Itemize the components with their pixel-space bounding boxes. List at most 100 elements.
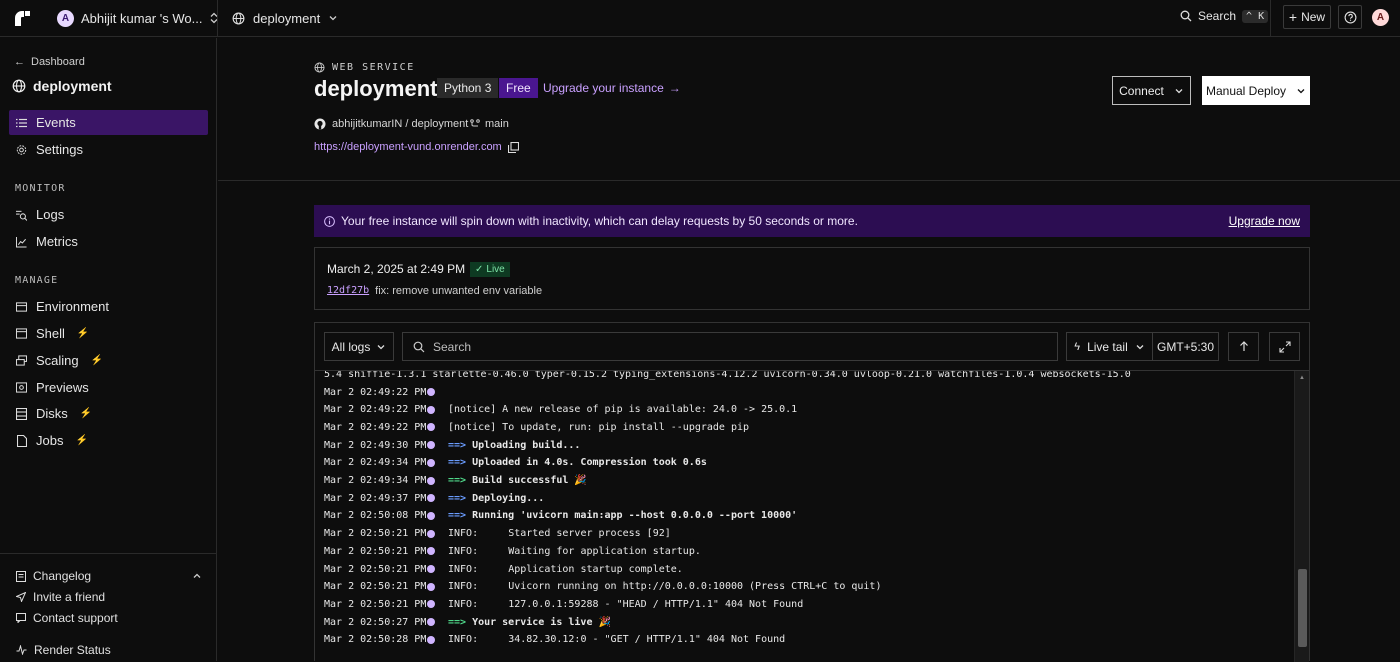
sidebar: ← Dashboard deployment Events Settings M… xyxy=(0,38,217,661)
scaling-icon xyxy=(16,355,27,366)
environment-icon xyxy=(16,301,27,312)
search-icon xyxy=(1180,10,1192,22)
log-timestamp: Mar 2 02:50:21 PM xyxy=(324,528,427,540)
sidebar-item-logs[interactable]: Logs xyxy=(9,202,208,227)
deploy-card[interactable]: March 2, 2025 at 2:49 PM ✓ Live 12df27b … xyxy=(314,247,1310,310)
log-message: Deploying... xyxy=(472,492,545,504)
log-info-icon xyxy=(427,458,435,467)
user-avatar[interactable]: A xyxy=(1372,9,1389,26)
global-search[interactable]: Search ^ K xyxy=(1180,9,1269,23)
log-arrow: ==> xyxy=(448,616,467,628)
sidebar-item-previews[interactable]: Previews xyxy=(9,375,208,400)
log-message: Running 'uvicorn main:app --host 0.0.0.0… xyxy=(472,510,798,522)
log-search-input[interactable]: Search xyxy=(402,332,1058,361)
log-timestamp: Mar 2 02:49:37 PM xyxy=(324,492,427,504)
upgrade-now-link[interactable]: Upgrade now xyxy=(1229,214,1300,228)
log-message: INFO: 127.0.0.1:59288 - "HEAD / HTTP/1.1… xyxy=(448,598,804,610)
log-message: [notice] A new release of pip is availab… xyxy=(448,404,798,416)
terminal-icon xyxy=(16,328,27,339)
pulse-icon xyxy=(16,645,27,655)
log-timestamp: Mar 2 02:49:22 PM xyxy=(324,386,427,398)
sidebar-item-environment[interactable]: Environment xyxy=(9,294,208,319)
changelog-link[interactable]: Changelog xyxy=(16,569,202,583)
jobs-icon xyxy=(16,434,27,447)
project-switcher[interactable]: deployment xyxy=(232,7,338,29)
log-message: INFO: Application startup complete. xyxy=(448,563,683,575)
check-icon: ✓ xyxy=(475,264,484,275)
workspace-name: Abhijit kumar 's Wo... xyxy=(81,10,203,26)
workspace-switcher[interactable]: A Abhijit kumar 's Wo... xyxy=(57,7,219,29)
chevron-down-icon xyxy=(1297,88,1305,93)
search-label: Search xyxy=(1198,9,1237,23)
gear-icon xyxy=(16,144,27,155)
invite-friend-link[interactable]: Invite a friend xyxy=(16,590,105,604)
copy-icon[interactable] xyxy=(507,141,519,153)
sidebar-item-scaling[interactable]: Scaling ⚡ xyxy=(9,348,208,373)
log-timestamp: Mar 2 02:49:34 PM xyxy=(324,475,427,486)
log-line-truncated: 5.4 shiffie-1.3.1 starlette-0.46.0 typer… xyxy=(324,370,1131,380)
plan-badge: Free xyxy=(499,78,538,98)
timezone-selector[interactable]: GMT+5:30 xyxy=(1152,332,1219,361)
send-icon xyxy=(16,592,26,602)
search-placeholder: Search xyxy=(433,339,472,354)
log-scrollbar[interactable]: ▲ xyxy=(1294,371,1309,662)
chart-icon xyxy=(16,236,27,248)
chevron-down-icon xyxy=(377,344,385,349)
logs-icon xyxy=(16,209,27,221)
arrow-right-icon: → xyxy=(668,81,681,95)
upgrade-instance-link[interactable]: Upgrade your instance → xyxy=(543,81,681,95)
upgrade-bolt-icon: ⚡ xyxy=(79,408,93,419)
contact-support-link[interactable]: Contact support xyxy=(16,611,118,625)
service-url[interactable]: https://deployment-vund.onrender.com xyxy=(314,141,519,153)
log-line: Mar 2 02:50:28 PM INFO: 34.82.30.12:0 - "… xyxy=(324,631,785,649)
repo-link[interactable]: abhijitkumarIN / deployment xyxy=(314,118,468,130)
log-info-icon xyxy=(427,565,435,573)
sidebar-item-metrics[interactable]: Metrics xyxy=(9,229,208,254)
info-icon xyxy=(324,215,335,227)
commit-hash-link[interactable]: 12df27b xyxy=(327,285,369,297)
scrollbar-thumb[interactable] xyxy=(1298,569,1307,647)
free-instance-banner: Your free instance will spin down with i… xyxy=(314,205,1310,237)
sidebar-service-name: deployment xyxy=(12,78,112,94)
search-icon xyxy=(413,341,425,352)
log-info-icon xyxy=(427,547,435,556)
logs-panel: All logs Search ϟ Live tail GMT+5:30 5.4… xyxy=(314,322,1310,662)
log-line: Mar 2 02:49:37 PM ==> Deploying... xyxy=(324,489,544,507)
log-arrow: ==> xyxy=(448,439,467,451)
sidebar-item-disks[interactable]: Disks ⚡ xyxy=(9,401,208,426)
support-icon xyxy=(16,613,26,623)
expand-button[interactable] xyxy=(1269,332,1300,361)
sidebar-item-jobs[interactable]: Jobs ⚡ xyxy=(9,428,208,453)
bolt-icon: ϟ xyxy=(1074,340,1081,353)
log-message: INFO: Waiting for application startup. xyxy=(448,545,701,557)
render-logo-icon[interactable] xyxy=(12,8,32,28)
log-timestamp: Mar 2 02:50:27 PM xyxy=(324,616,427,628)
sidebar-item-settings[interactable]: Settings xyxy=(9,137,208,162)
render-status-link[interactable]: Render Status xyxy=(16,643,111,657)
scroll-top-button[interactable] xyxy=(1228,332,1259,361)
log-filter-dropdown[interactable]: All logs xyxy=(324,332,394,361)
log-timestamp: Mar 2 02:50:21 PM xyxy=(324,563,427,575)
log-info-icon xyxy=(427,405,435,414)
arrow-left-icon: ← xyxy=(14,56,25,68)
log-info-icon xyxy=(427,388,435,396)
sidebar-item-shell[interactable]: Shell ⚡ xyxy=(9,321,208,346)
log-timestamp: Mar 2 02:50:21 PM xyxy=(324,545,427,557)
help-button[interactable] xyxy=(1338,5,1362,29)
log-output[interactable]: 5.4 shiffie-1.3.1 starlette-0.46.0 typer… xyxy=(315,370,1309,662)
live-tail-button[interactable]: ϟ Live tail xyxy=(1066,332,1153,361)
log-arrow: ==> xyxy=(448,510,467,522)
connect-button[interactable]: Connect xyxy=(1112,76,1191,105)
back-to-dashboard-link[interactable]: ← Dashboard xyxy=(14,56,85,68)
scroll-up-icon[interactable]: ▲ xyxy=(1299,375,1305,381)
manual-deploy-button[interactable]: Manual Deploy xyxy=(1202,76,1310,105)
globe-icon xyxy=(314,62,325,73)
banner-text: Your free instance will spin down with i… xyxy=(341,214,858,228)
new-button[interactable]: + New xyxy=(1283,5,1331,29)
log-message: Your service is live 🎉 xyxy=(472,616,611,628)
log-message: Uploading build... xyxy=(472,439,581,451)
sidebar-item-events[interactable]: Events xyxy=(9,110,208,135)
sidebar-footer: Changelog Invite a friend Contact suppor… xyxy=(0,553,216,661)
help-icon xyxy=(1344,11,1356,23)
disk-icon xyxy=(16,407,27,420)
